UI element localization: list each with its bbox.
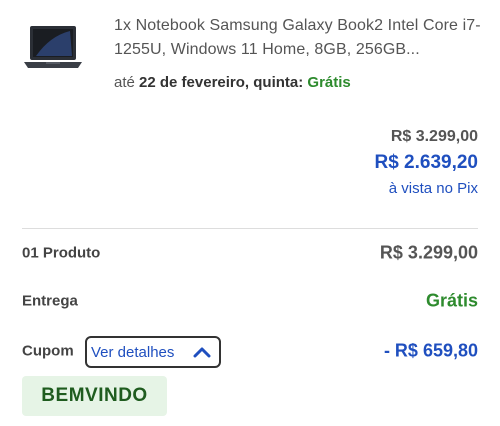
coupon-details-label: Ver detalhes [91,343,175,361]
products-value: R$ 3.299,00 [379,242,478,263]
delivery-date: 22 de fevereiro, quinta: [139,74,304,91]
delivery-label: Entrega [22,292,78,310]
discounted-price: R$ 2.639,20 [374,152,478,173]
cart-product-item: 1x Notebook Samsung Galaxy Book2 Intel C… [0,0,500,110]
product-name[interactable]: 1x Notebook Samsung Galaxy Book2 Intel C… [114,14,486,62]
original-price: R$ 3.299,00 [390,128,478,145]
summary-row-delivery: Entrega Grátis [22,286,478,316]
coupon-discount-value: - R$ 659,80 [383,340,478,361]
coupon-label: Cupom [22,342,74,360]
coupon-details-button[interactable]: Ver detalhes [85,336,221,368]
laptop-thumbnail[interactable] [22,22,84,74]
delivery-value: Grátis [425,290,478,311]
price-block: R$ 3.299,00 R$ 2.639,20 à vista no Pix [374,126,478,200]
summary-row-products: 01 Produto R$ 3.299,00 [22,238,478,268]
coupon-code-badge: BEMVINDO [22,376,167,416]
payment-method-note: à vista no Pix [388,180,478,197]
delivery-estimate: até 22 de fevereiro, quinta: Grátis [114,74,351,91]
divider [22,228,478,229]
chevron-up-icon [193,347,211,358]
delivery-prefix: até [114,74,135,91]
delivery-cost: Grátis [307,74,351,91]
products-label: 01 Produto [22,244,101,262]
summary-row-coupon: Cupom Ver detalhes - R$ 659,80 [22,336,478,368]
